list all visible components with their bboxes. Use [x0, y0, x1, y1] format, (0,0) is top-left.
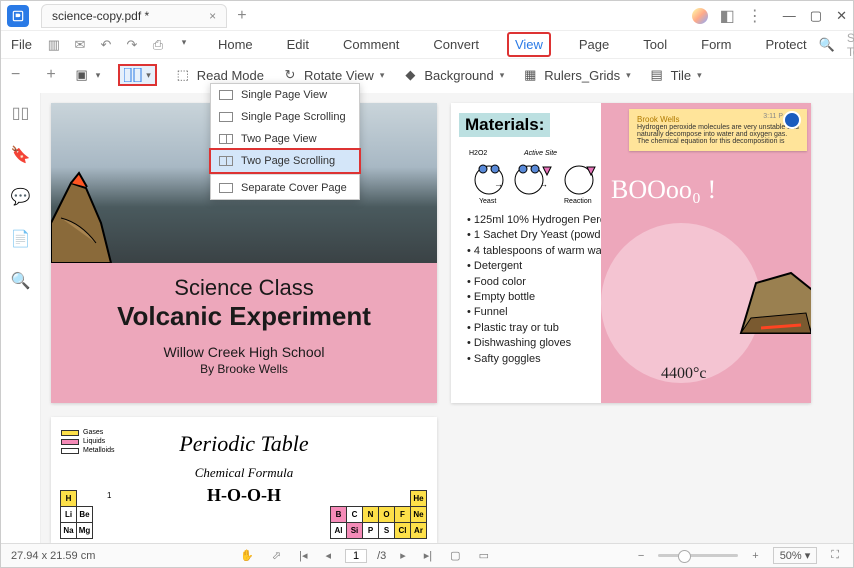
prev-page-button[interactable]: ◂ [322, 549, 336, 562]
page-view-menu: Single Page View Single Page Scrolling T… [210, 83, 360, 200]
zoom-out-button[interactable]: − [11, 66, 20, 84]
zoom-out-status[interactable]: − [634, 550, 648, 562]
background-dropdown[interactable]: ◆Background▾ [402, 67, 504, 83]
sidebar: ▯▯ 🔖 💬 📄 🔍 [1, 93, 41, 543]
page1-author: By Brooke Wells [51, 362, 437, 376]
menu-view[interactable]: View [507, 32, 551, 57]
page-3: Gases Liquids Metalloids Periodic Table … [51, 417, 437, 543]
close-tab-icon[interactable]: × [209, 9, 216, 23]
attachments-icon[interactable]: 📄 [11, 229, 31, 249]
svg-text:→: → [494, 179, 503, 189]
pt-legend: Gases Liquids Metalloids [61, 429, 115, 456]
select-tool-icon[interactable]: ⬀ [268, 549, 285, 562]
page1-title: Science Class [51, 275, 437, 301]
page-view-dropdown[interactable]: ▾ [118, 64, 157, 86]
dd-separator [211, 174, 359, 175]
hand-tool-icon[interactable]: ✋ [236, 549, 258, 562]
page-input[interactable] [345, 549, 367, 563]
fit-width-icon[interactable]: ▭ [475, 549, 493, 562]
dd-single-page-view[interactable]: Single Page View [211, 84, 359, 106]
titlebar: science-copy.pdf * × + ◧ ⋮ — ▢ ✕ [1, 1, 853, 31]
page1-subtitle: Volcanic Experiment [51, 301, 437, 332]
rock-illustration [731, 263, 811, 343]
bookmarks-icon[interactable]: 🔖 [11, 145, 31, 165]
word-badge-icon [783, 111, 801, 129]
undo-icon[interactable]: ↶ [98, 37, 114, 53]
menu-protect[interactable]: Protect [759, 34, 812, 55]
svg-text:H2O2: H2O2 [469, 150, 487, 157]
reaction-diagram: H2O2 Active Site → → Yeast Reaction [469, 145, 619, 205]
print-icon[interactable]: ⎙ [150, 37, 166, 53]
tab-title: science-copy.pdf * [52, 9, 149, 23]
zoom-select[interactable]: 50% ▾ [773, 547, 818, 564]
minimize-button[interactable]: — [783, 8, 796, 24]
page-dimensions: 27.94 x 21.59 cm [11, 550, 95, 562]
pt-left-block: H1 LiBe NaMg [61, 491, 111, 539]
close-button[interactable]: ✕ [836, 8, 847, 24]
svg-text:Active Site: Active Site [523, 150, 557, 157]
statusbar: 27.94 x 21.59 cm ✋ ⬀ |◂ ◂ /3 ▸ ▸| ▢ ▭ − … [1, 543, 853, 567]
document-viewport[interactable]: Science Class Volcanic Experiment Willow… [41, 93, 853, 543]
qa-more[interactable]: ▾ [176, 37, 192, 53]
app-icon [7, 5, 29, 27]
first-page-button[interactable]: |◂ [295, 549, 311, 562]
view-toolbar: − + ▣▾ ▾ ⬚Read Mode ↻Rotate View▾ ◆Backg… [1, 59, 853, 91]
page1-school: Willow Creek High School [51, 344, 437, 360]
add-tab-button[interactable]: + [237, 7, 246, 25]
file-menu[interactable]: File [11, 37, 32, 52]
mail-icon[interactable]: ✉ [72, 37, 88, 53]
temp-text: 4400°c [661, 365, 707, 383]
volcano-illustration [51, 163, 151, 263]
menu-home[interactable]: Home [212, 34, 259, 55]
fullscreen-icon[interactable]: ⛶ [827, 549, 843, 562]
boo-text: BOOoo₀ ! [611, 175, 716, 205]
thumbnails-icon[interactable]: ▯▯ [12, 103, 30, 123]
menu-convert[interactable]: Convert [427, 34, 485, 55]
page-2: Materials: H2O2 Active Site → → Yeast Re… [451, 103, 811, 403]
pt-right-block: He BCNOFNe AlSiPSClAr [331, 491, 427, 539]
rotate-view-dropdown[interactable]: ↻Rotate View▾ [282, 67, 384, 83]
zoom-in-status[interactable]: + [748, 550, 762, 562]
avatar-icon[interactable] [692, 8, 708, 24]
materials-heading: Materials: [459, 113, 550, 137]
menu-edit[interactable]: Edit [281, 34, 315, 55]
rulers-grids-dropdown[interactable]: ▦Rulers_Grids▾ [522, 67, 630, 83]
search-panel-icon[interactable]: 🔍 [11, 271, 31, 291]
sticky-note[interactable]: Brook Wells Hydrogen peroxide molecules … [629, 109, 807, 151]
fit-page-icon[interactable]: ▢ [446, 549, 464, 562]
read-mode-button[interactable]: ⬚Read Mode [175, 67, 264, 83]
kebab-icon[interactable]: ⋮ [747, 6, 763, 26]
dd-two-page-scrolling[interactable]: Two Page Scrolling [209, 148, 361, 174]
next-page-button[interactable]: ▸ [396, 549, 410, 562]
pt-sub: Chemical Formula [59, 465, 429, 481]
menu-comment[interactable]: Comment [337, 34, 405, 55]
tile-dropdown[interactable]: ▤Tile▾ [649, 67, 702, 83]
zoom-slider[interactable] [658, 554, 738, 557]
search-placeholder[interactable]: Search Tools [847, 31, 854, 59]
last-page-button[interactable]: ▸| [420, 549, 436, 562]
redo-icon[interactable]: ↷ [124, 37, 140, 53]
fit-mode-dropdown[interactable]: ▣▾ [74, 67, 101, 83]
comments-icon[interactable]: 💬 [11, 187, 31, 207]
save-icon[interactable]: ▥ [46, 37, 62, 53]
svg-text:Yeast: Yeast [479, 198, 496, 205]
dd-two-page-view[interactable]: Two Page View [211, 128, 359, 150]
svg-text:→: → [539, 179, 548, 189]
menubar: File ▥ ✉ ↶ ↷ ⎙ ▾ Home Edit Comment Conve… [1, 31, 853, 59]
svg-text:Reaction: Reaction [564, 198, 592, 205]
search-icon[interactable]: 🔍 [819, 37, 835, 53]
dd-separate-cover[interactable]: Separate Cover Page [211, 177, 359, 199]
dd-single-page-scrolling[interactable]: Single Page Scrolling [211, 106, 359, 128]
page-total: /3 [377, 550, 386, 562]
menu-page[interactable]: Page [573, 34, 615, 55]
menu-form[interactable]: Form [695, 34, 737, 55]
document-tab[interactable]: science-copy.pdf * × [41, 4, 227, 28]
zoom-in-button[interactable]: + [46, 66, 55, 84]
maximize-button[interactable]: ▢ [810, 8, 822, 24]
notification-icon[interactable]: ◧ [720, 6, 735, 26]
menu-tool[interactable]: Tool [637, 34, 673, 55]
